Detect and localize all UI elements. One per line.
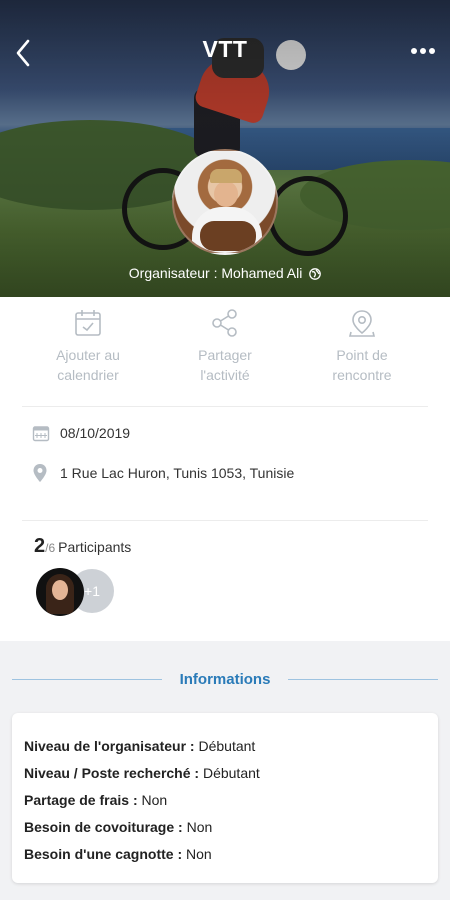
more-options-button[interactable] xyxy=(408,40,438,62)
info-key: Besoin de covoiturage : xyxy=(24,819,183,835)
activity-address-row[interactable]: 1 Rue Lac Huron, Tunis 1053, Tunisie xyxy=(32,463,294,483)
participant-avatar[interactable] xyxy=(36,568,84,616)
info-value: Non xyxy=(182,819,213,835)
calendar-icon xyxy=(32,426,50,442)
avatar-cat xyxy=(200,221,256,251)
globe-icon xyxy=(309,267,322,283)
info-value: Non xyxy=(137,792,168,808)
info-key: Besoin d'une cagnotte : xyxy=(24,846,183,862)
info-line-organizer-level: Niveau de l'organisateur : Débutant xyxy=(24,733,426,760)
avatar-hat xyxy=(210,169,242,183)
divider xyxy=(22,520,428,521)
share-icon xyxy=(212,309,237,337)
divider xyxy=(288,678,438,680)
participants-label: Participants xyxy=(58,539,132,555)
participants-current: 2 xyxy=(34,535,46,557)
activity-date: 08/10/2019 xyxy=(60,425,131,441)
add-to-calendar-button[interactable]: Ajouter au calendrier xyxy=(20,307,156,387)
meeting-point-label: Point de rencontre xyxy=(332,347,392,383)
organizer-label[interactable]: Organisateur : Mohamed Ali xyxy=(0,265,450,283)
share-activity-button[interactable]: Partager l'activité xyxy=(157,307,293,387)
info-card: Niveau de l'organisateur : Débutant Nive… xyxy=(12,713,438,883)
info-line-level-wanted: Niveau / Poste recherché : Débutant xyxy=(24,760,426,787)
info-section-header: Informations xyxy=(12,668,438,690)
activity-date-row: 08/10/2019 xyxy=(32,424,130,442)
info-line-carpool: Besoin de covoiturage : Non xyxy=(24,814,426,841)
map-pin-icon xyxy=(348,310,376,337)
info-key: Niveau / Poste recherché : xyxy=(24,765,200,781)
divider xyxy=(22,406,428,407)
info-key: Partage de frais : xyxy=(24,792,138,808)
info-line-kitty: Besoin d'une cagnotte : Non xyxy=(24,841,426,868)
divider xyxy=(12,678,162,680)
more-horizontal-icon xyxy=(411,48,435,54)
action-bar: Ajouter au calendrier Partager l'activit… xyxy=(20,307,430,387)
participants-total: /6 xyxy=(45,541,56,555)
info-value: Débutant xyxy=(199,765,260,781)
avatar-face xyxy=(52,580,68,600)
share-activity-label: Partager l'activité xyxy=(198,347,252,383)
page-title: VTT xyxy=(202,36,248,62)
info-value: Non xyxy=(182,846,212,862)
participants-count: 2 /6 Participants xyxy=(34,535,131,558)
organizer-avatar[interactable] xyxy=(172,149,278,255)
avatar-face xyxy=(214,181,238,207)
info-section-title: Informations xyxy=(179,670,271,688)
info-value: Débutant xyxy=(194,738,256,754)
location-pin-icon xyxy=(33,464,47,482)
add-to-calendar-label: Ajouter au calendrier xyxy=(56,347,120,383)
activity-address: 1 Rue Lac Huron, Tunis 1053, Tunisie xyxy=(60,465,295,481)
info-key: Niveau de l'organisateur : xyxy=(24,738,195,754)
meeting-point-button[interactable]: Point de rencontre xyxy=(294,307,430,387)
organizer-name: Organisateur : Mohamed Ali xyxy=(128,265,303,281)
calendar-check-icon xyxy=(75,310,101,336)
info-line-cost-sharing: Partage de frais : Non xyxy=(24,787,426,814)
